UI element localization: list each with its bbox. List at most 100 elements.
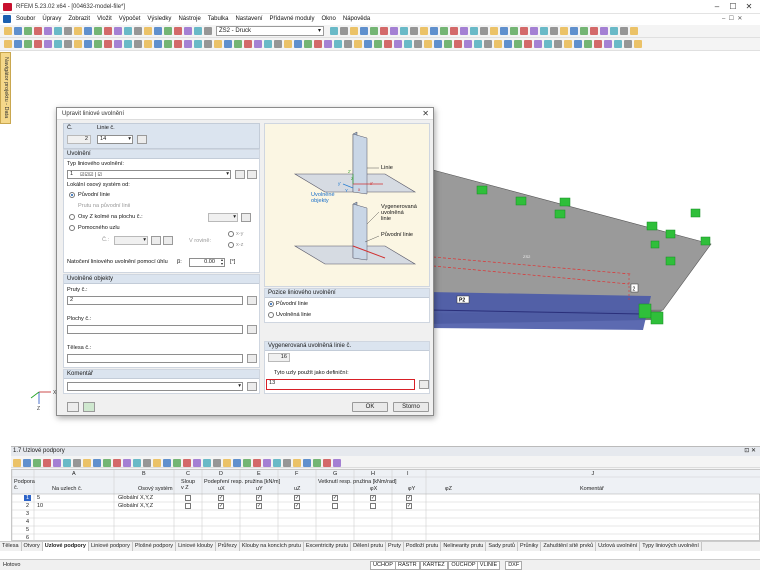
toolbar-button-icon[interactable]	[394, 40, 402, 48]
tab-6[interactable]: Průřezy	[216, 542, 240, 551]
tab-8[interactable]: Excentricity prutu	[304, 542, 352, 551]
toolbar-button-icon[interactable]	[340, 27, 348, 35]
toolbar-button-icon[interactable]	[580, 27, 588, 35]
menu-item[interactable]: Přídavné moduly	[269, 16, 314, 22]
toolbar-button-icon[interactable]	[64, 40, 72, 48]
radio-plane-xy[interactable]	[228, 231, 234, 237]
toolbar-button-icon[interactable]	[154, 40, 162, 48]
toolbar-button-icon[interactable]	[254, 40, 262, 48]
toolbar-button-icon[interactable]	[184, 27, 192, 35]
tab-13[interactable]: Sady prutů	[486, 542, 518, 551]
tab-5[interactable]: Liniové klouby	[176, 542, 216, 551]
toolbar-button-icon[interactable]	[474, 40, 482, 48]
toolbar-button-icon[interactable]	[384, 40, 392, 48]
toolbar-button-icon[interactable]	[570, 27, 578, 35]
cell-axis-system[interactable]: Globální X,Y,Z	[118, 503, 153, 509]
toolbar-button-icon[interactable]	[234, 40, 242, 48]
toolbar-button-icon[interactable]	[184, 40, 192, 48]
maximize-icon[interactable]: ☐	[726, 2, 740, 12]
toolbar-button-icon[interactable]	[303, 459, 311, 467]
toolbar-button-icon[interactable]	[614, 40, 622, 48]
toolbar-button-icon[interactable]	[544, 40, 552, 48]
toolbar-button-icon[interactable]	[274, 40, 282, 48]
toolbar-button-icon[interactable]	[163, 459, 171, 467]
line-no-select[interactable]: 14 ▾	[97, 135, 133, 144]
toolbar-button-icon[interactable]	[74, 27, 82, 35]
toolbar-button-icon[interactable]	[24, 27, 32, 35]
toolbar-button-icon[interactable]	[434, 40, 442, 48]
toolbar-button-icon[interactable]	[224, 40, 232, 48]
toolbar-button-icon[interactable]	[193, 459, 201, 467]
toolbar-button-icon[interactable]	[490, 27, 498, 35]
cell-checkbox-pz[interactable]: ✓	[406, 495, 412, 501]
cell-checkbox-uy[interactable]: ✓	[256, 503, 262, 509]
toolbar-button-icon[interactable]	[354, 40, 362, 48]
tab-17[interactable]: Typy liniových uvolnění	[640, 542, 702, 551]
toolbar-button-icon[interactable]	[194, 27, 202, 35]
toolbar-button-icon[interactable]	[134, 40, 142, 48]
toolbar-button-icon[interactable]	[94, 40, 102, 48]
toolbar-button-icon[interactable]	[404, 40, 412, 48]
toolbar-button-icon[interactable]	[14, 40, 22, 48]
toolbar-button-icon[interactable]	[510, 27, 518, 35]
toolbar-button-icon[interactable]	[430, 27, 438, 35]
cell-checkbox-pz[interactable]: ✓	[406, 503, 412, 509]
toolbar-button-icon[interactable]	[4, 40, 12, 48]
pick-surfaces-icon[interactable]	[247, 325, 257, 334]
toolbar-button-icon[interactable]	[174, 40, 182, 48]
toolbar-button-icon[interactable]	[63, 459, 71, 467]
toolbar-button-icon[interactable]	[34, 27, 42, 35]
radio-plane-xz[interactable]	[228, 242, 234, 248]
toolbar-button-icon[interactable]	[104, 27, 112, 35]
help-icon[interactable]	[67, 402, 79, 412]
cell-checkbox-uy[interactable]: ✓	[256, 495, 262, 501]
minimize-icon[interactable]: –	[710, 2, 724, 12]
toolbar-button-icon[interactable]	[283, 459, 291, 467]
radio-original-line[interactable]	[69, 192, 75, 198]
toolbar-button-icon[interactable]	[464, 40, 472, 48]
cell-checkbox-ux[interactable]: ✓	[218, 503, 224, 509]
toolbar-button-icon[interactable]	[323, 459, 331, 467]
menu-item[interactable]: Okno	[322, 16, 336, 22]
cell-checkbox-py[interactable]	[370, 503, 376, 509]
row-number[interactable]: 1	[24, 495, 32, 501]
toolbar-button-icon[interactable]	[203, 459, 211, 467]
toolbar-button-icon[interactable]	[23, 459, 31, 467]
doc-window-controls[interactable]: – ☐ ✕	[722, 15, 742, 22]
toolbar-button-icon[interactable]	[564, 40, 572, 48]
status-toggle-uchop[interactable]: UCHOP	[370, 561, 396, 570]
toolbar-button-icon[interactable]	[4, 27, 12, 35]
toolbar-button-icon[interactable]	[133, 459, 141, 467]
toolbar-button-icon[interactable]	[93, 459, 101, 467]
row-number[interactable]: 2	[26, 503, 29, 509]
toolbar-button-icon[interactable]	[344, 40, 352, 48]
menu-item[interactable]: Výpočet	[119, 16, 141, 22]
pick-nodes-icon[interactable]	[419, 380, 429, 389]
toolbar-button-icon[interactable]	[74, 40, 82, 48]
tab-12[interactable]: Nelinearity prutu	[441, 542, 487, 551]
radio-axis-z[interactable]	[69, 214, 75, 220]
solids-input[interactable]	[67, 354, 243, 363]
toolbar-button-icon[interactable]	[304, 40, 312, 48]
toolbar-button-icon[interactable]	[540, 27, 548, 35]
toolbar-button-icon[interactable]	[44, 40, 52, 48]
menu-item[interactable]: Nastavení	[235, 16, 262, 22]
ok-button[interactable]: OK	[352, 402, 388, 412]
toolbar-button-icon[interactable]	[470, 27, 478, 35]
tab-14[interactable]: Průniky	[518, 542, 542, 551]
toolbar-button-icon[interactable]	[284, 40, 292, 48]
tab-9[interactable]: Dělení prutu	[351, 542, 387, 551]
tab-0[interactable]: Tělesa	[0, 542, 22, 551]
toolbar-button-icon[interactable]	[620, 27, 628, 35]
cell-axis-system[interactable]: Globální X,Y,Z	[118, 495, 153, 501]
toolbar-button-icon[interactable]	[213, 459, 221, 467]
toolbar-button-icon[interactable]	[113, 459, 121, 467]
toolbar-button-icon[interactable]	[243, 459, 251, 467]
toolbar-button-icon[interactable]	[630, 27, 638, 35]
menu-item[interactable]: Zobrazit	[68, 16, 90, 22]
cell-checkbox-px[interactable]: ✓	[332, 495, 338, 501]
toolbar-button-icon[interactable]	[334, 40, 342, 48]
dialog-close-icon[interactable]: ✕	[422, 109, 429, 118]
radio-pos-original[interactable]	[268, 301, 274, 307]
pick-members-icon[interactable]	[247, 296, 257, 305]
